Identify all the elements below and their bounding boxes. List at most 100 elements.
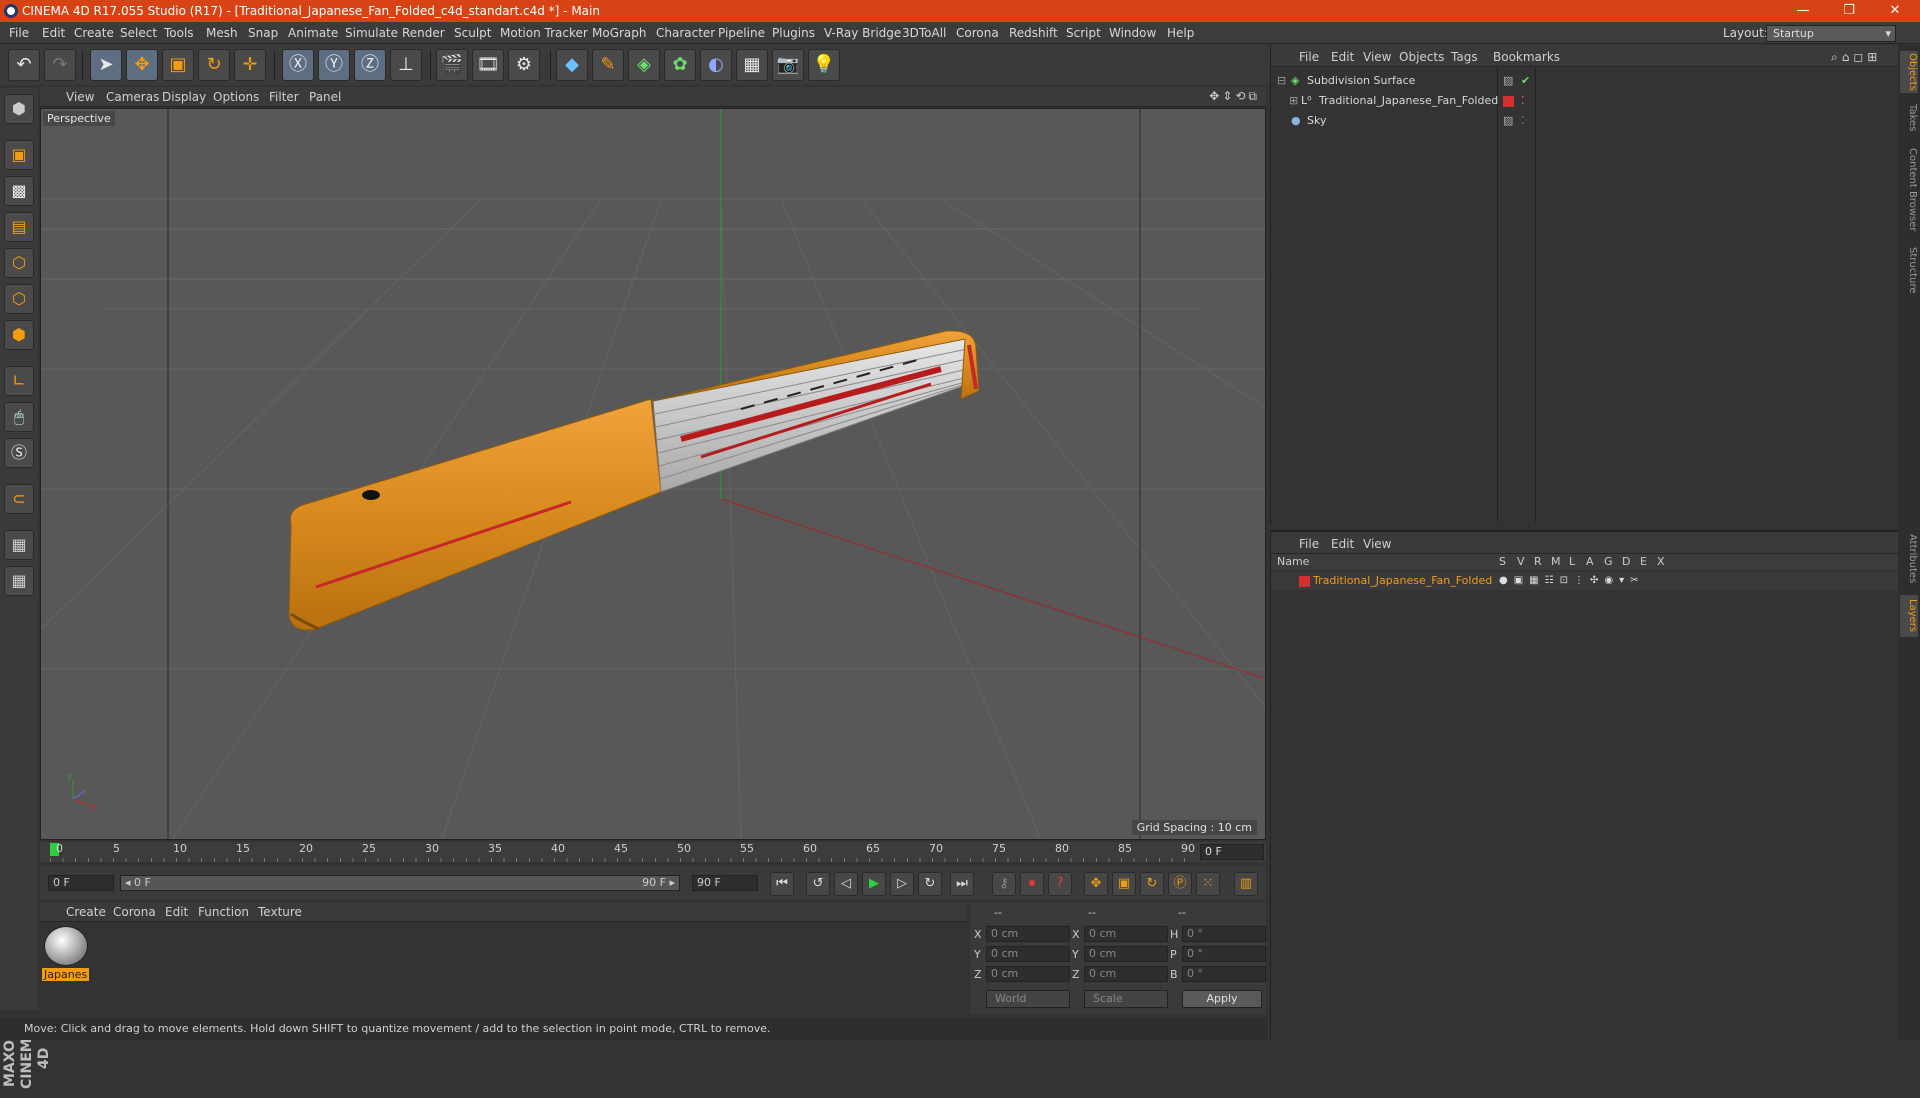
objects-menu-bookmarks[interactable]: Bookmarks bbox=[1493, 50, 1560, 64]
subdivision-surface-button[interactable]: ◈ bbox=[628, 49, 660, 81]
go-to-start-button[interactable]: ⏮ bbox=[770, 872, 794, 896]
lock-workplane-button[interactable]: ▦ bbox=[4, 530, 34, 560]
objects-menu-edit[interactable]: Edit bbox=[1331, 50, 1354, 64]
layer-color-swatch[interactable] bbox=[1299, 576, 1310, 587]
viewport-menu-panel[interactable]: Panel bbox=[309, 90, 341, 104]
tab-structure[interactable]: Structure bbox=[1900, 243, 1918, 297]
tab-objects[interactable]: Objects bbox=[1900, 51, 1918, 93]
coordinate-system-button[interactable]: ⊥ bbox=[390, 49, 422, 81]
make-editable-button[interactable]: ⬢ bbox=[4, 94, 34, 124]
polygons-mode-button[interactable]: ⬢ bbox=[4, 320, 34, 350]
frame-range-slider[interactable]: ◂ 0 F 90 F ▸ bbox=[120, 875, 680, 891]
menu-vray-bridge[interactable]: V-Ray Bridge bbox=[824, 26, 901, 40]
position-y-field[interactable]: 0 cm bbox=[986, 946, 1070, 962]
deformer-button[interactable]: ◐ bbox=[700, 49, 732, 81]
record-keys-button[interactable]: ⚷ bbox=[992, 872, 1016, 896]
search-icon[interactable]: ⌕⌂◻⊞ bbox=[1831, 50, 1881, 65]
workplane-mode-button[interactable]: ▤ bbox=[4, 212, 34, 242]
points-mode-button[interactable]: ⬡ bbox=[4, 248, 34, 278]
x-axis-button[interactable]: Ⓧ bbox=[282, 49, 314, 81]
layer-color-swatch[interactable] bbox=[1503, 96, 1514, 107]
select-tool-button[interactable]: ➤ bbox=[90, 49, 122, 81]
objects-menu-view[interactable]: View bbox=[1363, 50, 1391, 64]
menu-render[interactable]: Render bbox=[402, 26, 445, 40]
position-z-field[interactable]: 0 cm bbox=[986, 966, 1070, 982]
y-axis-button[interactable]: Ⓨ bbox=[318, 49, 350, 81]
texture-mode-button[interactable]: ▩ bbox=[4, 176, 34, 206]
previous-frame-button[interactable]: ◁ bbox=[834, 872, 858, 896]
menu-pipeline[interactable]: Pipeline bbox=[718, 26, 765, 40]
floor-button[interactable]: ▦ bbox=[736, 49, 768, 81]
coordinate-space-dropdown[interactable]: World bbox=[986, 990, 1070, 1008]
size-x-field[interactable]: 0 cm bbox=[1084, 926, 1168, 942]
menu-sculpt[interactable]: Sculpt bbox=[454, 26, 491, 40]
visibility-dots-icon[interactable]: ⁚ bbox=[1521, 112, 1525, 130]
rotate-tool-button[interactable]: ↻ bbox=[198, 49, 230, 81]
menu-corona[interactable]: Corona bbox=[956, 26, 999, 40]
magnet-button[interactable]: ⊂ bbox=[4, 484, 34, 514]
key-position-button[interactable]: ✥ bbox=[1084, 872, 1108, 896]
material-menu-texture[interactable]: Texture bbox=[258, 905, 302, 919]
viewport-menu-filter[interactable]: Filter bbox=[269, 90, 299, 104]
maximize-button[interactable]: ❐ bbox=[1826, 0, 1872, 22]
tab-content-browser[interactable]: Content Browser bbox=[1900, 145, 1918, 235]
position-x-field[interactable]: 0 cm bbox=[986, 926, 1070, 942]
material-menu-edit[interactable]: Edit bbox=[165, 905, 188, 919]
menu-mograph[interactable]: MoGraph bbox=[592, 26, 647, 40]
render-view-button[interactable]: 🎬 bbox=[436, 49, 468, 81]
object-row-sky[interactable]: ● Sky ▨ ⁚ bbox=[1275, 112, 1895, 130]
start-frame-field[interactable]: 0 F bbox=[48, 875, 114, 891]
objects-menu-objects[interactable]: Objects bbox=[1399, 50, 1444, 64]
menu-motion-tracker[interactable]: Motion Tracker bbox=[500, 26, 588, 40]
layers-menu-edit[interactable]: Edit bbox=[1331, 537, 1354, 551]
3d-viewport[interactable]: y x Perspective Grid Spacing : 10 cm bbox=[40, 108, 1266, 840]
viewport-camera-label[interactable]: Perspective bbox=[43, 111, 115, 126]
menu-script[interactable]: Script bbox=[1066, 26, 1101, 40]
menu-mesh[interactable]: Mesh bbox=[206, 26, 238, 40]
layers-menu-view[interactable]: View bbox=[1363, 537, 1391, 551]
menu-tools[interactable]: Tools bbox=[164, 26, 194, 40]
camera-button[interactable]: 📷 bbox=[772, 49, 804, 81]
close-button[interactable]: ✕ bbox=[1872, 0, 1918, 22]
object-row-subdivision-surface[interactable]: ⊟ ◈ Subdivision Surface ▨ ✔ bbox=[1275, 72, 1895, 90]
move-tool-button[interactable]: ✥ bbox=[126, 49, 158, 81]
edit-render-settings-button[interactable]: ⚙ bbox=[508, 49, 540, 81]
menu-file[interactable]: File bbox=[9, 26, 29, 40]
rotation-b-field[interactable]: 0 ° bbox=[1182, 966, 1266, 982]
next-key-button[interactable]: ↻ bbox=[918, 872, 942, 896]
undo-button[interactable]: ↶ bbox=[8, 49, 40, 81]
minimize-button[interactable]: — bbox=[1780, 0, 1826, 22]
layout-dropdown[interactable]: Startup ▾ bbox=[1766, 25, 1896, 42]
tab-layers[interactable]: Layers bbox=[1900, 595, 1918, 637]
objects-menu-tags[interactable]: Tags bbox=[1451, 50, 1478, 64]
material-menu-create[interactable]: Create bbox=[66, 905, 106, 919]
next-frame-button[interactable]: ▷ bbox=[890, 872, 914, 896]
auto-keying-button[interactable]: ⏺ bbox=[1020, 872, 1044, 896]
viewport-menu-options[interactable]: Options bbox=[213, 90, 259, 104]
visibility-dots-icon[interactable]: ⁚ bbox=[1521, 92, 1525, 110]
model-mode-button[interactable]: ▣ bbox=[4, 140, 34, 170]
tweak-mode-button[interactable]: 🖱 bbox=[4, 402, 34, 432]
layer-flag-icons[interactable]: ●▣▦☷⊡⋮✣◉▾✂ bbox=[1499, 572, 1644, 590]
material-menu-corona[interactable]: Corona bbox=[113, 905, 156, 919]
size-z-field[interactable]: 0 cm bbox=[1084, 966, 1168, 982]
menu-select[interactable]: Select bbox=[120, 26, 157, 40]
viewport-menu-display[interactable]: Display bbox=[162, 90, 206, 104]
tab-attributes[interactable]: Attributes bbox=[1900, 531, 1918, 587]
size-y-field[interactable]: 0 cm bbox=[1084, 946, 1168, 962]
menu-help[interactable]: Help bbox=[1167, 26, 1194, 40]
timeline-ruler[interactable]: 0 5 10 15 20 25 30 35 40 45 50 55 60 65 … bbox=[40, 842, 1266, 862]
end-frame-field[interactable]: 90 F bbox=[692, 875, 758, 891]
go-to-end-button[interactable]: ⏭ bbox=[950, 872, 974, 896]
key-scale-button[interactable]: ▣ bbox=[1112, 872, 1136, 896]
cube-button[interactable]: ◆ bbox=[556, 49, 588, 81]
timeline-window-button[interactable]: ▥ bbox=[1234, 872, 1258, 896]
menu-plugins[interactable]: Plugins bbox=[772, 26, 815, 40]
tab-takes[interactable]: Takes bbox=[1900, 101, 1918, 135]
z-axis-button[interactable]: Ⓩ bbox=[354, 49, 386, 81]
objects-menu-file[interactable]: File bbox=[1299, 50, 1319, 64]
menu-snap[interactable]: Snap bbox=[248, 26, 278, 40]
menu-window[interactable]: Window bbox=[1109, 26, 1156, 40]
light-button[interactable]: 💡 bbox=[808, 49, 840, 81]
snap-button[interactable]: Ⓢ bbox=[4, 438, 34, 468]
